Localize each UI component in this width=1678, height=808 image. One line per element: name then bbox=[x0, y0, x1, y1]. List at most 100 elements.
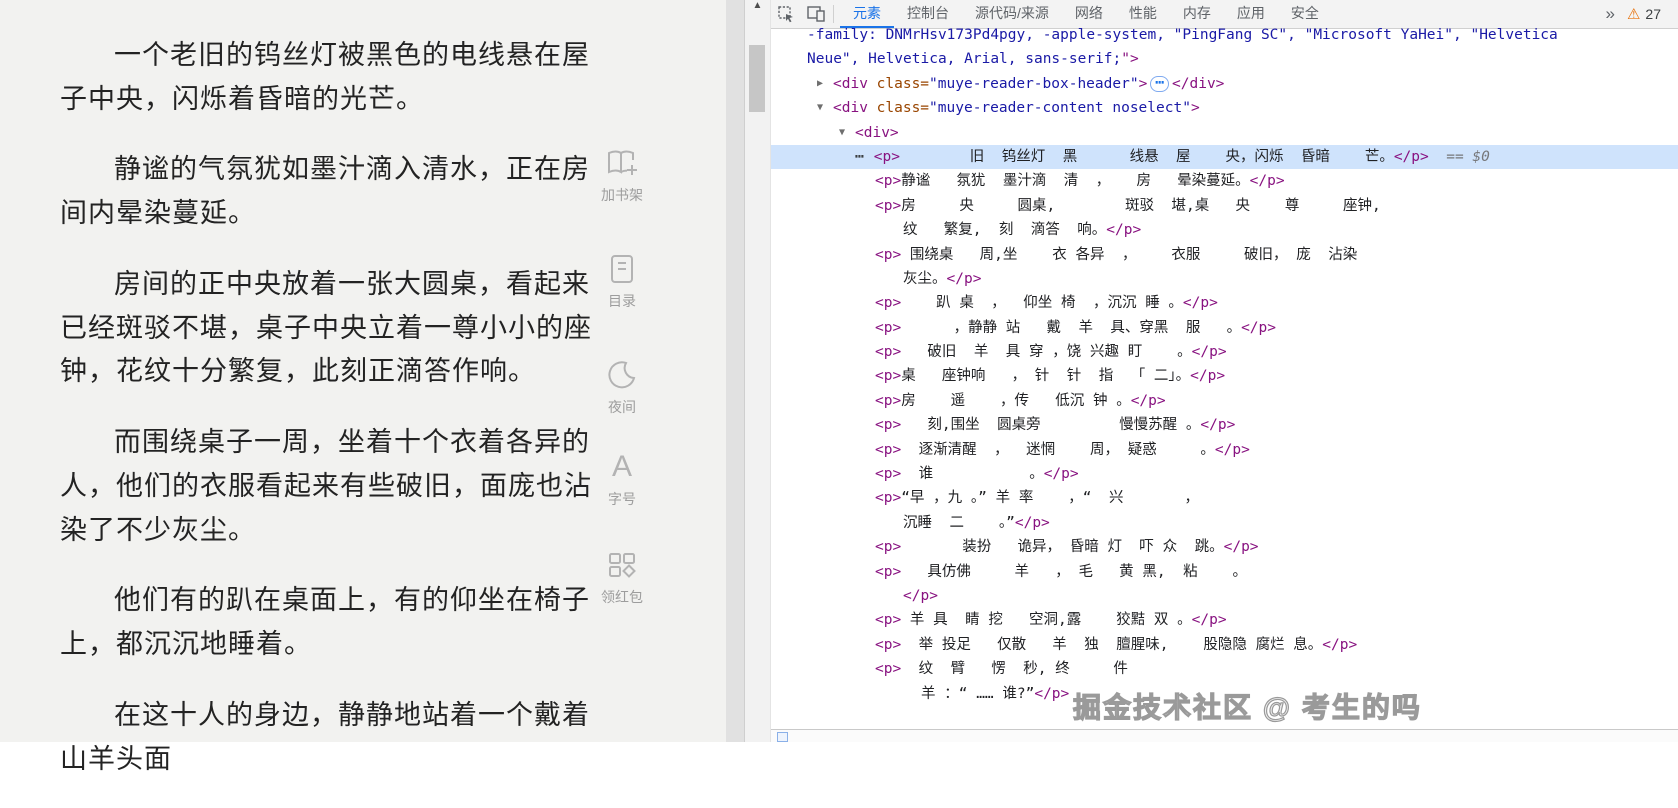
watermark: 掘金技术社区 @ 考生的吗 bbox=[1072, 691, 1422, 723]
expand-arrow-icon[interactable]: ▶ bbox=[817, 72, 823, 96]
issues-counter[interactable]: ⚠ 27 bbox=[1627, 5, 1678, 23]
devtools-code-line[interactable]: <p> 羊 具 睛 挖 空洞,露 狡黠 双 。</p> bbox=[771, 608, 1678, 632]
add-bookshelf-button[interactable]: 加书架 bbox=[586, 146, 658, 205]
devtools-code-line[interactable]: <p>房 央 圆桌, 斑驳 堪,桌 央 尊 座钟, bbox=[771, 194, 1678, 218]
bottom-bar-icon[interactable] bbox=[777, 732, 788, 742]
code-segment-text: 羊 具 睛 挖 空洞,露 狡黠 双 。 bbox=[901, 612, 1192, 629]
scrollbar-up-arrow-icon[interactable]: ▲ bbox=[745, 0, 770, 11]
devtools-tab[interactable]: 性能 bbox=[1116, 0, 1170, 28]
code-segment-badge: == $0 bbox=[1428, 148, 1490, 165]
warning-count: 27 bbox=[1645, 6, 1661, 22]
devtools-code-line[interactable]: <p> 破旧 羊 具 穿 ，饶 兴趣 盯 。</p> bbox=[771, 340, 1678, 364]
code-segment-tag: </p> bbox=[1393, 148, 1429, 165]
night-mode-label: 夜间 bbox=[608, 399, 636, 415]
code-segment-val: -family: DNMrHsv173Pd4pgy, -apple-system… bbox=[807, 28, 1558, 43]
code-segment-tag: </p> bbox=[1322, 636, 1358, 653]
inspect-element-icon[interactable] bbox=[771, 1, 801, 28]
devtools-code-line[interactable]: <p> 趴 桌 ， 仰坐 椅 ，沉沉 睡 。</p> bbox=[771, 291, 1678, 315]
code-segment-text: 纹 臂 愣 秒, 终 件 bbox=[901, 661, 1128, 678]
code-segment-text: 逐渐清醒 ， 迷惘 周， 疑惑 。 bbox=[901, 441, 1215, 458]
code-segment-text: 旧 钨丝灯 黑 线悬 屋 央，闪烁 昏暗 芒。 bbox=[899, 148, 1394, 165]
devtools-code-line[interactable]: 纹 繁复, 刻 滴答 响。</p> bbox=[771, 218, 1678, 242]
code-segment-tag: </p> bbox=[946, 270, 982, 287]
code-segment-tag: </p> bbox=[1190, 368, 1226, 385]
code-segment-tag: </p> bbox=[1043, 466, 1079, 483]
red-packet-button[interactable]: 领红包 bbox=[586, 548, 658, 607]
code-segment-val: "muye-reader-content noselect" bbox=[929, 100, 1191, 117]
page-scrollbar[interactable] bbox=[726, 0, 744, 742]
devtools-code-line[interactable]: ⋯ <p> 旧 钨丝灯 黑 线悬 屋 央，闪烁 昏暗 芒。</p> == $0 bbox=[771, 144, 1678, 170]
devtools-code-line[interactable]: 灰尘。</p> bbox=[771, 267, 1678, 291]
devtools-code-line[interactable]: <p> 纹 臂 愣 秒, 终 件 bbox=[771, 657, 1678, 681]
devtools-code-line[interactable]: </p> bbox=[771, 584, 1678, 608]
toolbar-separator bbox=[833, 5, 834, 23]
devtools-code-line[interactable]: <p> 逐渐清醒 ， 迷惘 周， 疑惑 。</p> bbox=[771, 438, 1678, 462]
expand-inline-button[interactable]: ⋯ bbox=[1150, 76, 1170, 92]
novel-reader-pane: 一个老旧的钨丝灯被黑色的电线悬在屋子中央，闪烁着昏暗的光芒。 静谧的气氛犹如墨汁滴… bbox=[0, 0, 726, 774]
code-segment-text: 谁 。 bbox=[901, 466, 1044, 483]
devtools-code-line[interactable]: <p> ，静静 站 戴 羊 具、穿黑 服 。</p> bbox=[771, 316, 1678, 340]
red-packet-label: 领红包 bbox=[601, 589, 643, 605]
devtools-code-line[interactable]: ▶ <div class="muye-reader-box-header"> ⋯ </… bbox=[771, 72, 1678, 96]
devtools-code-line[interactable]: <p>静谧 氛犹 墨汁滴 清 ， 房 晕染蔓延。</p> bbox=[771, 169, 1678, 193]
devtools-code-line[interactable]: <p>房 遥 ，传 低沉 钟 。</p> bbox=[771, 389, 1678, 413]
devtools-code-line[interactable]: <p> 具仿佛 羊 ， 毛 黄 黑, 粘 。 bbox=[771, 560, 1678, 584]
code-segment-tag: </p> bbox=[1014, 514, 1050, 531]
code-segment-tag: </p> bbox=[903, 587, 938, 604]
devtools-code-line[interactable]: <p> 刻,围坐 圆桌旁 慢慢苏醒 。</p> bbox=[771, 413, 1678, 437]
code-segment-tag: <p> bbox=[873, 148, 900, 165]
devtools-code-line[interactable]: <p>“早 ，九 。” 羊 率 ，“ 兴 ， bbox=[771, 486, 1678, 510]
font-size-button[interactable]: A 字号 bbox=[586, 450, 658, 509]
code-segment-val: "muye-reader-box-header" bbox=[929, 75, 1139, 92]
devtools-tab[interactable]: 元素 bbox=[840, 0, 894, 28]
devtools-tab[interactable]: 控制台 bbox=[894, 0, 962, 28]
reader-paragraph: 一个老旧的钨丝灯被黑色的电线悬在屋子中央，闪烁着昏暗的光芒。 bbox=[60, 40, 590, 114]
node-options-icon[interactable]: ⋯ bbox=[855, 149, 864, 165]
code-segment-text: 围绕桌 周,坐 衣 各异 ， 衣服 破旧， 庞 沾染 bbox=[901, 246, 1358, 263]
red-packet-icon bbox=[605, 548, 639, 582]
devtools-code-line[interactable]: ▼ <div> bbox=[771, 121, 1678, 145]
toc-button[interactable]: 目录 bbox=[586, 252, 658, 311]
devtools-code-line[interactable]: <p> 谁 。</p> bbox=[771, 462, 1678, 486]
devtools-tab[interactable]: 内存 bbox=[1170, 0, 1224, 28]
devtools-code-line[interactable]: <p> 举 投足 仅散 羊 独 膻腥味, 股隐隐 腐烂 息。</p> bbox=[771, 633, 1678, 657]
code-segment-text: ，静静 站 戴 羊 具、穿黑 服 。 bbox=[901, 319, 1242, 336]
code-segment-tag: </div> bbox=[1172, 75, 1225, 92]
devtools-scrollbar-thumb[interactable] bbox=[749, 45, 765, 112]
devtools-code-line[interactable]: Neue", Helvetica, Arial, sans-serif;"> bbox=[771, 47, 1678, 71]
collapse-arrow-icon[interactable]: ▼ bbox=[839, 121, 845, 145]
devtools-code-line[interactable]: 沉睡 二 。”</p> bbox=[771, 511, 1678, 535]
font-size-icon: A bbox=[611, 450, 632, 483]
code-segment-attr: class= bbox=[876, 100, 930, 117]
collapse-arrow-icon[interactable]: ▼ bbox=[817, 96, 823, 120]
warning-icon: ⚠ bbox=[1626, 6, 1641, 23]
code-segment-tag: <p> bbox=[875, 417, 902, 434]
code-segment-text: 举 投足 仅散 羊 独 膻腥味, 股隐隐 腐烂 息。 bbox=[901, 636, 1323, 653]
code-segment-tag: <p> bbox=[875, 490, 902, 507]
elements-tree: -family: DNMrHsv173Pd4pgy, -apple-system… bbox=[771, 28, 1678, 730]
devtools-code-line[interactable]: <p>桌 座钟响 ， 针 针 指 「 二」。</p> bbox=[771, 364, 1678, 388]
code-segment-tag: </p> bbox=[1241, 319, 1276, 336]
devtools-tab[interactable]: 网络 bbox=[1062, 0, 1116, 28]
device-toolbar-icon[interactable] bbox=[801, 1, 831, 28]
code-segment-tag: <p> bbox=[875, 563, 902, 580]
devtools-tab[interactable]: 安全 bbox=[1278, 0, 1332, 28]
devtools-code-line[interactable]: -family: DNMrHsv173Pd4pgy, -apple-system… bbox=[771, 28, 1678, 47]
devtools-panel: ▲ 元素 控制台 源代码/来源 网络 性能 内存 应用 安全 » ⚠ 27 -family: … bbox=[744, 0, 1678, 742]
devtools-tab[interactable]: 应用 bbox=[1224, 0, 1278, 28]
devtools-main: 元素 控制台 源代码/来源 网络 性能 内存 应用 安全 » ⚠ 27 -family: DN… bbox=[771, 0, 1678, 742]
code-segment-tag: <p> bbox=[875, 295, 902, 312]
code-segment-tag: </p> bbox=[1200, 417, 1236, 434]
more-tabs-button[interactable]: » bbox=[1594, 4, 1627, 24]
devtools-scrollbar[interactable]: ▲ bbox=[745, 0, 771, 742]
reader-side-toolbar: 加书架 目录 夜间 A 字号 领红包 bbox=[586, 0, 658, 742]
code-segment-tag: <div> bbox=[855, 124, 899, 141]
devtools-code-line[interactable]: ▼ <div class="muye-reader-content noselec… bbox=[771, 96, 1678, 120]
devtools-code-line[interactable]: <p> 围绕桌 周,坐 衣 各异 ， 衣服 破旧， 庞 沾染 bbox=[771, 243, 1678, 267]
code-segment-text: 装扮 诡异， 昏暗 灯 吓 众 跳。 bbox=[901, 539, 1224, 556]
code-segment-tag: <p> bbox=[875, 319, 902, 336]
devtools-code-line[interactable]: <p> 装扮 诡异， 昏暗 灯 吓 众 跳。</p> bbox=[771, 535, 1678, 559]
devtools-tab[interactable]: 源代码/来源 bbox=[962, 0, 1062, 28]
night-mode-button[interactable]: 夜间 bbox=[586, 358, 658, 417]
code-segment-tag: <p> bbox=[875, 466, 902, 483]
